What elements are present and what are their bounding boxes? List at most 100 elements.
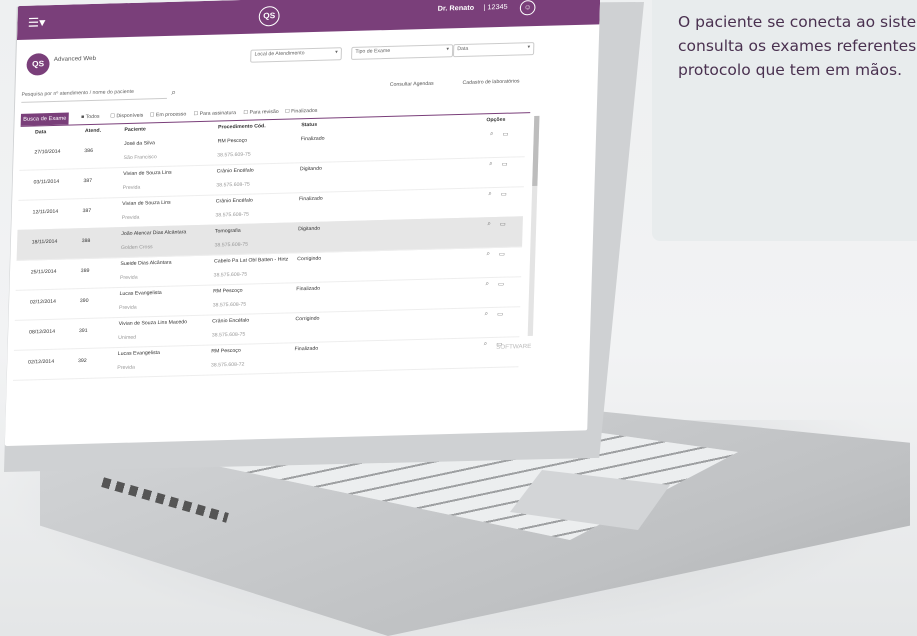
local-select[interactable]: Local de Atendimento ▾ [250, 47, 343, 63]
row-patient: Sueide Dias Alcântara [120, 259, 172, 268]
view-icon[interactable]: ▭ [500, 221, 506, 228]
row-patient: Vivian de Souza Lins [123, 169, 172, 178]
row-code: 38.575.608-75 [216, 181, 250, 189]
tab-bar: Busca de Exame ■ Todos ☐ Disponíveis ☐ E… [20, 100, 531, 127]
row-date: 03/11/2014 [33, 178, 60, 186]
filter-label: Em processo [155, 111, 187, 119]
view-icon[interactable]: ▭ [502, 131, 508, 138]
header-status: Status [301, 121, 318, 129]
row-atend: 391 [78, 327, 88, 335]
local-select-value: Local de Atendimento [254, 50, 305, 58]
filter-label: Para assinatura [199, 110, 237, 118]
brand-logo: QS [258, 5, 280, 27]
row-procedure: Crânio Encéfalo [216, 167, 254, 175]
row-procedure: RM Pescoço [211, 347, 241, 355]
row-date: 25/11/2014 [30, 268, 57, 276]
caption-card: O paciente se conecta ao sistema e consu… [652, 0, 917, 241]
row-code: 38.575.608-75 [215, 211, 250, 219]
row-status: Finalizado [298, 195, 323, 203]
tab-busca-exame[interactable]: Busca de Exame [20, 112, 69, 126]
tipo-select[interactable]: Tipo de Exame ▾ [350, 44, 454, 60]
header-procedimento: Procedimento Cód. [217, 123, 266, 131]
app-logo: QS [26, 53, 50, 76]
row-patient: Lucas Evangelista [119, 289, 162, 298]
filter-label: Para revisão [249, 108, 279, 116]
filter-assinatura[interactable]: ☐ Para assinatura [193, 110, 236, 117]
row-status: Digitando [298, 225, 321, 233]
search-icon[interactable]: ⌕ [171, 88, 176, 98]
row-date: 12/11/2014 [32, 208, 59, 216]
filter-label: Finalizados [291, 107, 318, 115]
user-name[interactable]: Dr. Renato [438, 5, 475, 13]
row-procedure: Tomografia [214, 227, 241, 235]
row-status: Corrigindo [295, 315, 320, 323]
row-patient: Lucas Evangelista [117, 349, 161, 358]
view-icon[interactable]: ▭ [497, 311, 503, 318]
top-bar: ☰▾ QS Dr. Renato | 12345 ☺ [16, 0, 601, 40]
filter-todos[interactable]: ■ Todos [81, 114, 100, 120]
user-avatar-icon[interactable]: ☺ [519, 0, 536, 16]
filter-finalizados[interactable]: ☐ Finalizados [285, 108, 318, 115]
search-icon[interactable]: ⌕ [487, 221, 491, 228]
row-code: 38.575.608-75 [213, 271, 248, 279]
search-icon[interactable]: ⌕ [490, 131, 494, 138]
filter-em-processo[interactable]: ☐ Em processo [150, 111, 187, 118]
menu-icon[interactable]: ☰▾ [28, 15, 46, 29]
row-atend: 386 [84, 147, 94, 155]
row-status: Digitando [299, 165, 322, 173]
row-code: 38.575.608-75 [214, 241, 249, 249]
date-select-value: Data [457, 45, 469, 53]
view-icon[interactable]: ▭ [498, 281, 504, 288]
row-procedure: Crânio Encéfalo [215, 197, 253, 205]
row-procedure: Crânio Encéfalo [212, 317, 250, 325]
search-input[interactable]: Pesquisa por nº atendimento / nome do pa… [21, 87, 168, 103]
filter-revisao[interactable]: ☐ Para revisão [243, 109, 278, 116]
filter-label: Todos [85, 113, 100, 121]
row-code: 38.575.608-75 [211, 331, 246, 339]
chevron-down-icon: ▾ [527, 44, 531, 51]
row-date: 02/12/2014 [28, 358, 55, 366]
header-data: Data [34, 129, 47, 136]
search-icon[interactable]: ⌕ [485, 311, 489, 318]
row-patient-sub: Previda [121, 214, 140, 222]
tipo-select-value: Tipo de Exame [355, 47, 391, 55]
date-select[interactable]: Data ▾ [452, 42, 535, 58]
row-status: Finalizado [300, 135, 325, 143]
row-patient-sub: Previda [119, 274, 138, 282]
row-date: 18/11/2014 [31, 238, 58, 246]
row-atend: 388 [81, 237, 91, 245]
header-opcoes: Opções [486, 116, 506, 124]
row-atend: 387 [82, 207, 92, 215]
header-atend: Atend. [84, 127, 102, 135]
row-patient: Vivian de Souza Lins Macedo [118, 319, 188, 328]
view-icon[interactable]: ▭ [501, 191, 507, 198]
row-patient-sub: Previda [117, 364, 136, 372]
header-paciente[interactable]: Paciente [124, 126, 146, 133]
row-patient: João Alencar Dias Alcântara [121, 229, 187, 238]
app-logo-text: Advanced Web [53, 55, 97, 63]
row-atend: 390 [79, 297, 89, 305]
user-id: | 12345 [483, 3, 508, 12]
row-procedure: RM Pescoço [213, 287, 243, 295]
row-patient-sub: Golden Cross [120, 244, 153, 252]
view-icon[interactable]: ▭ [499, 251, 505, 258]
search-icon[interactable]: ⌕ [486, 251, 490, 258]
reports-link[interactable]: Cadastro de laboratórios [462, 78, 519, 86]
row-date: 27/10/2014 [34, 148, 61, 156]
search-icon[interactable]: ⌕ [485, 281, 490, 288]
row-atend: 389 [80, 267, 90, 275]
row-code: 38.575.608-72 [210, 361, 245, 369]
scrollbar-thumb[interactable] [532, 115, 540, 186]
footer-brand: SOFTWARE [496, 343, 532, 351]
filter-disponiveis[interactable]: ☐ Disponíveis [110, 113, 143, 120]
view-icon[interactable]: ▭ [502, 161, 508, 168]
row-patient: Vivian de Souza Lins [122, 199, 171, 208]
row-patient-sub: Previda [119, 304, 137, 312]
agenda-link[interactable]: Consultar Agendas [390, 81, 434, 88]
row-patient-sub: Previda [122, 184, 141, 192]
row-atend: 392 [77, 357, 87, 365]
search-icon[interactable]: ⌕ [484, 341, 488, 348]
search-icon[interactable]: ⌕ [489, 161, 493, 168]
search-icon[interactable]: ⌕ [488, 191, 492, 198]
chevron-down-icon: ▾ [335, 49, 338, 56]
